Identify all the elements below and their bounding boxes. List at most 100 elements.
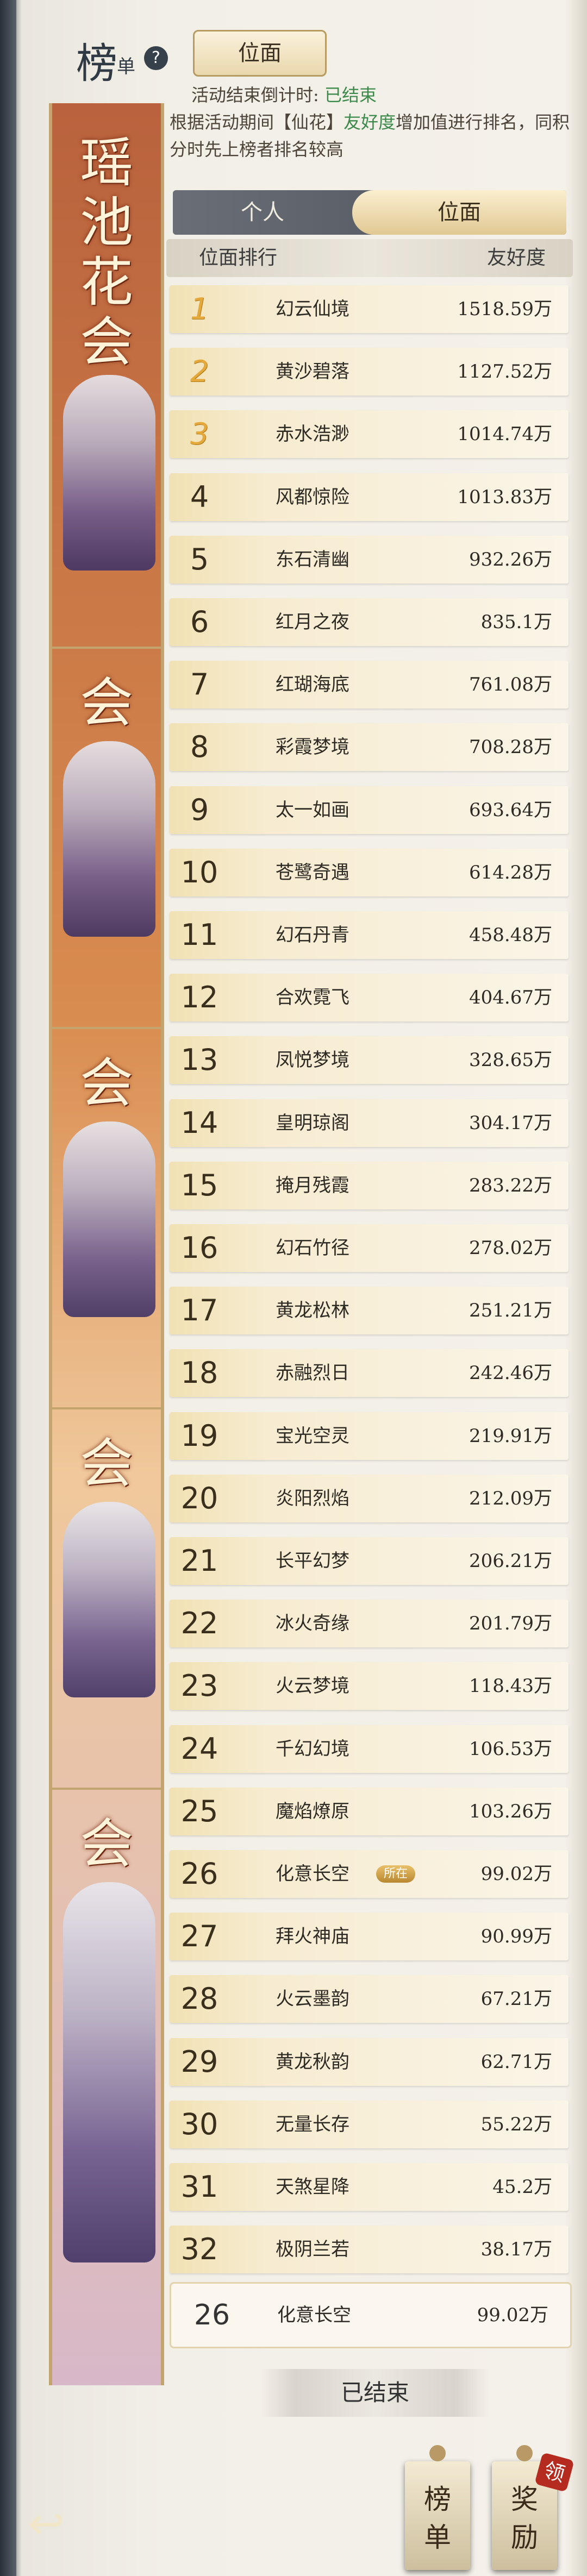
table-header: 位面排行 友好度 (166, 239, 573, 277)
event-spine-banner: 瑶 池 花 会 会 会 会 会 (49, 103, 164, 2385)
rank-number: 28 (180, 1982, 218, 2016)
rank-number: 20 (180, 1481, 218, 1515)
table-row: 22 冰火奇缘 201.79万 (170, 1600, 569, 1648)
leaderboard-label-1: 榜 (424, 2484, 451, 2515)
table-row: 19 宝光空灵 219.91万 (170, 1412, 569, 1460)
my-rank-name: 化意长空 (277, 2304, 351, 2326)
rank-number: 7 (190, 667, 209, 702)
rank-number: 16 (180, 1231, 218, 1265)
realm-name: 黄龙松林 (276, 1300, 349, 1322)
realm-name: 幻石丹青 (276, 924, 349, 946)
rank-number: 5 (190, 542, 209, 576)
table-row: 20 炎阳烈焰 212.09万 (170, 1474, 569, 1522)
hanging-knot (429, 2445, 446, 2461)
column-rank-header: 位面排行 (199, 247, 278, 269)
ended-button[interactable]: 已结束 (261, 2369, 489, 2417)
table-row: 24 千幻幻境 106.53万 (170, 1725, 569, 1773)
realm-name: 合欢霓飞 (276, 987, 349, 1009)
rules-prefix: 根据活动期间【仙花】 (170, 112, 344, 133)
spine-char: 会 (79, 1813, 133, 1875)
ranking-tabs: 个人 位面 (173, 190, 566, 235)
table-row: 5 东石清幽 932.26万 (170, 535, 569, 584)
page-title: 榜 (76, 39, 117, 87)
friendship-score: 1014.74万 (457, 423, 552, 446)
rank-number: 9 (190, 792, 209, 827)
rank-number: 14 (180, 1105, 218, 1140)
rank-number: 4 (190, 479, 209, 514)
realm-name: 化意长空 (276, 1863, 349, 1885)
friendship-score: 201.79万 (469, 1613, 552, 1635)
table-row: 31 天煞星降 45.2万 (170, 2163, 569, 2211)
rank-number: 25 (180, 1794, 218, 1828)
rank-number: 21 (180, 1544, 218, 1578)
friendship-score: 206.21万 (469, 1550, 552, 1572)
spine-segment: 会 (52, 1027, 161, 1409)
table-row: 10 苍鹭奇遇 614.28万 (170, 848, 569, 897)
tab-realm[interactable]: 位面 (352, 190, 566, 235)
rank-number: 15 (180, 1168, 218, 1202)
rank-number: 10 (180, 855, 218, 889)
help-icon[interactable]: ? (144, 46, 168, 70)
rank-number: 1 (190, 292, 209, 326)
rank-number: 6 (190, 605, 209, 639)
friendship-score: 708.28万 (469, 736, 552, 759)
table-row: 32 极阴兰若 38.17万 (170, 2226, 569, 2274)
realm-name: 苍鹭奇遇 (276, 861, 349, 883)
book-binding (0, 0, 16, 2576)
table-row: 2 黄沙碧落 1127.52万 (170, 348, 569, 396)
fairy-figure (63, 741, 155, 937)
friendship-score: 761.08万 (469, 674, 552, 696)
friendship-score: 1127.52万 (457, 361, 552, 383)
fairy-figure (63, 1882, 155, 2262)
realm-name: 幻石竹径 (276, 1237, 349, 1259)
spine-char: 会 (79, 672, 133, 734)
table-row: 4 风都惊险 1013.83万 (170, 473, 569, 521)
rank-number: 29 (180, 2044, 218, 2079)
realm-name: 魔焰燎原 (276, 1800, 349, 1822)
realm-name: 黄沙碧落 (276, 361, 349, 383)
realm-name: 宝光空灵 (276, 1425, 349, 1447)
table-row: 14 皇明琼阁 304.17万 (170, 1099, 569, 1147)
friendship-score: 212.09万 (469, 1487, 552, 1509)
realm-name: 拜火神庙 (276, 1926, 349, 1948)
realm-name: 无量长存 (276, 2113, 349, 2135)
page-title-sub: 单 (117, 56, 135, 78)
realm-name: 天煞星降 (276, 2176, 349, 2198)
realm-name: 冰火奇缘 (276, 1613, 349, 1635)
leaderboard-tab-button[interactable]: 榜 单 (405, 2445, 470, 2570)
rank-number: 24 (180, 1731, 218, 1766)
current-realm-tag: 所在 (376, 1865, 415, 1883)
friendship-score: 67.21万 (480, 1988, 552, 2010)
realm-button[interactable]: 位面 (193, 30, 327, 77)
rank-number: 12 (180, 980, 218, 1015)
back-arrow-icon[interactable]: ↩ (22, 2499, 71, 2548)
my-rank-number: 26 (193, 2299, 230, 2331)
my-rank-score: 99.02万 (477, 2304, 548, 2326)
table-row: 16 幻石竹径 278.02万 (170, 1224, 569, 1272)
tab-personal[interactable]: 个人 (173, 190, 352, 235)
friendship-score: 55.22万 (480, 2113, 552, 2135)
rank-number: 11 (180, 918, 218, 952)
hanging-knot (516, 2445, 533, 2461)
realm-name: 太一如画 (276, 799, 349, 821)
friendship-score: 251.21万 (469, 1300, 552, 1322)
realm-name: 赤水浩渺 (276, 423, 349, 446)
friendship-score: 45.2万 (492, 2176, 552, 2198)
spine-segment: 会 (52, 1788, 161, 2262)
table-row: 28 火云墨韵 67.21万 (170, 1975, 569, 2023)
rank-number: 19 (180, 1418, 218, 1453)
spine-segment: 会 (52, 647, 161, 1029)
countdown-label: 活动结束倒计时: (191, 85, 319, 105)
rank-number: 27 (180, 1919, 218, 1954)
rank-number: 31 (180, 2170, 218, 2204)
rank-number: 32 (180, 2232, 218, 2267)
friendship-score: 283.22万 (469, 1174, 552, 1196)
friendship-score: 103.26万 (469, 1800, 552, 1822)
table-row: 27 拜火神庙 90.99万 (170, 1913, 569, 1961)
countdown-value: 已结束 (324, 85, 377, 105)
realm-name: 火云墨韵 (276, 1988, 349, 2010)
friendship-score: 106.53万 (469, 1738, 552, 1760)
realm-name: 风都惊险 (276, 486, 349, 508)
realm-name: 黄龙秋韵 (276, 2051, 349, 2073)
table-row: 13 凤悦梦境 328.65万 (170, 1036, 569, 1085)
